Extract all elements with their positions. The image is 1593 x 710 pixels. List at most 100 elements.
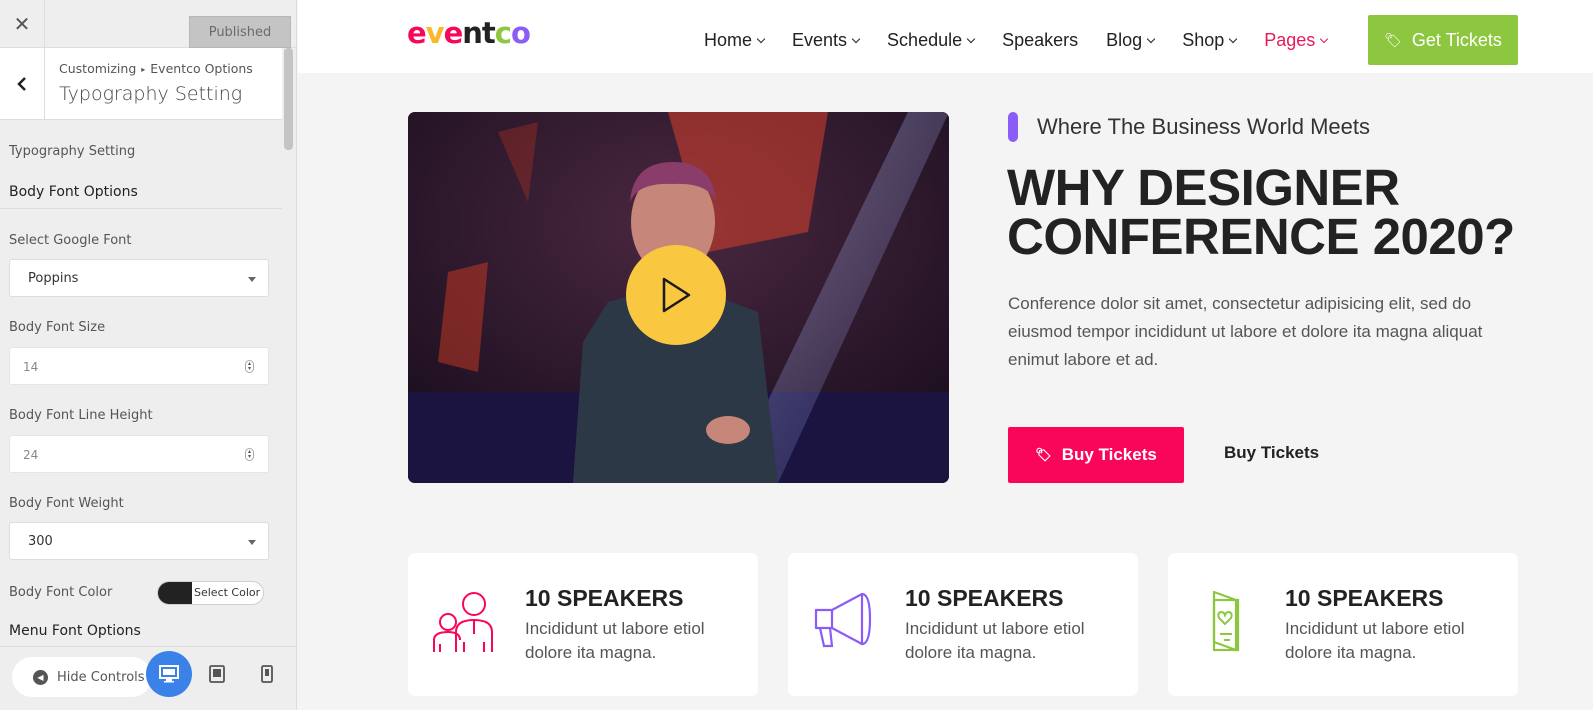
font-color-label: Body Font Color <box>9 585 113 600</box>
select-color-label: Select Color <box>194 586 261 599</box>
close-icon: ✕ <box>13 12 31 36</box>
feature-card: 10 SPEAKERS Incididunt ut labore etiol d… <box>788 553 1138 696</box>
google-font-select[interactable]: Poppins <box>9 259 269 297</box>
nav-item-label: Pages <box>1264 30 1316 50</box>
close-customizer-button[interactable]: ✕ <box>0 0 45 48</box>
buy-tickets-label: Buy Tickets <box>1061 445 1157 464</box>
ticket-icon: 🏷 <box>1035 447 1052 462</box>
play-icon <box>662 277 691 313</box>
collapse-icon: ◀ <box>33 669 48 685</box>
get-tickets-label: Get Tickets <box>1411 29 1502 50</box>
logo-letter: e <box>407 16 427 50</box>
play-button[interactable] <box>626 245 726 345</box>
line-height-label: Body Font Line Height <box>9 408 153 423</box>
chevron-left-icon <box>17 77 26 91</box>
nav-item-label: Blog <box>1106 30 1143 50</box>
megaphone-icon <box>814 592 872 648</box>
hero-title-line2: CONFERENCE 2020? <box>1007 208 1515 265</box>
body-font-options-heading: Body Font Options <box>9 184 138 200</box>
tablet-icon <box>209 665 225 683</box>
feature-card: 10 SPEAKERS Incididunt ut labore etiol d… <box>408 553 758 696</box>
logo-letter: t <box>481 16 496 50</box>
select-color-button[interactable]: Select Color <box>157 581 264 605</box>
spinner-icon[interactable]: ▴ ▾ <box>245 360 254 373</box>
hero-video[interactable] <box>408 112 949 483</box>
desktop-icon <box>159 665 179 683</box>
feature-title: 10 SPEAKERS <box>525 585 684 611</box>
nav-item-schedule[interactable]: Schedule <box>887 30 976 51</box>
feature-description: Incididunt ut labore etiol dolore ita ma… <box>1285 619 1465 662</box>
feature-card: 10 SPEAKERS Incididunt ut labore etiol d… <box>1168 553 1518 696</box>
logo-letter: v <box>425 16 445 50</box>
customizer-footer: ◀ Hide Controls <box>0 646 296 710</box>
ticket-icon: 🏷 <box>1384 31 1402 48</box>
customizer-sidebar: ✕ Published Customizing ▸ Eventco Options … <box>0 0 297 710</box>
font-weight-label: Body Font Weight <box>9 496 124 511</box>
menu-font-options-heading: Menu Font Options <box>9 623 141 639</box>
chevron-down-icon <box>1146 34 1156 43</box>
feature-description: Incididunt ut labore etiol dolore ita ma… <box>525 619 705 662</box>
nav-item-shop[interactable]: Shop <box>1182 30 1238 51</box>
main-nav: Home Events Schedule Speakers Blog Shop Pages <box>704 30 1355 51</box>
logo-letter: c <box>494 16 512 50</box>
nav-item-events[interactable]: Events <box>792 30 861 51</box>
breadcrumb-current: Eventco Options <box>150 61 253 76</box>
nav-item-pages[interactable]: Pages <box>1264 30 1329 51</box>
spinner-icon[interactable]: ▴ ▾ <box>245 448 254 461</box>
google-font-value: Poppins <box>28 271 79 286</box>
color-swatch <box>158 582 192 604</box>
nav-item-home[interactable]: Home <box>704 30 766 51</box>
chevron-down-icon <box>1320 34 1329 43</box>
site-logo[interactable]: eventco <box>407 16 531 50</box>
chevron-down-icon <box>1228 34 1238 43</box>
nav-item-speakers[interactable]: Speakers <box>1002 30 1078 51</box>
nav-item-label: Schedule <box>887 30 963 50</box>
tablet-preview-button[interactable] <box>204 661 230 687</box>
line-height-value: 24 <box>23 448 39 462</box>
breadcrumb-separator-icon: ▸ <box>141 65 146 74</box>
caret-down-icon <box>248 277 256 282</box>
font-weight-select[interactable]: 300 <box>9 522 269 560</box>
mobile-preview-button[interactable] <box>254 661 280 687</box>
logo-letter: e <box>443 16 464 50</box>
sidebar-scrollbar[interactable] <box>284 48 293 648</box>
divider <box>0 208 282 209</box>
buy-tickets-button[interactable]: 🏷 Buy Tickets <box>1008 427 1184 483</box>
font-weight-value: 300 <box>28 534 53 549</box>
back-button[interactable] <box>0 48 45 120</box>
scrollbar-thumb[interactable] <box>284 48 293 150</box>
nav-item-label: Events <box>792 30 848 50</box>
font-size-input[interactable]: 14 ▴ ▾ <box>9 347 269 385</box>
nav-item-label: Home <box>704 30 753 50</box>
hero-tagline: Where The Business World Meets <box>1037 114 1370 139</box>
mobile-icon <box>261 665 273 683</box>
site-preview: eventco Home Events Schedule Speakers Blog Sh… <box>298 0 1593 710</box>
logo-letter: o <box>510 16 531 50</box>
speakers-icon <box>433 592 493 652</box>
hero-description: Conference dolor sit amet, consectetur a… <box>1008 294 1483 369</box>
google-font-label: Select Google Font <box>9 233 132 248</box>
nav-item-blog[interactable]: Blog <box>1106 30 1156 51</box>
hero-title-line1: WHY DESIGNER <box>1007 159 1400 216</box>
line-height-input[interactable]: 24 ▴ ▾ <box>9 435 269 473</box>
publish-button[interactable]: Published <box>189 16 291 48</box>
logo-letter: n <box>462 16 483 50</box>
section-title-area: Customizing ▸ Eventco Options Typography S… <box>0 48 282 120</box>
buy-tickets-link[interactable]: Buy Tickets <box>1224 443 1319 463</box>
chevron-down-icon <box>966 34 976 43</box>
hide-controls-button[interactable]: ◀ Hide Controls <box>12 657 152 697</box>
chevron-down-icon <box>756 34 766 43</box>
feature-description: Incididunt ut labore etiol dolore ita ma… <box>905 619 1085 662</box>
desktop-preview-button[interactable] <box>146 651 192 697</box>
caret-down-icon <box>248 540 256 545</box>
get-tickets-button[interactable]: 🏷 Get Tickets <box>1368 15 1518 65</box>
feature-title: 10 SPEAKERS <box>1285 585 1444 611</box>
panel-title: Typography Setting <box>59 83 243 105</box>
breadcrumb-root: Customizing <box>59 61 137 76</box>
customizer-header: ✕ Published <box>0 0 296 48</box>
nav-item-label: Shop <box>1182 30 1225 50</box>
card-heart-icon <box>1212 590 1240 652</box>
chevron-down-icon <box>851 34 861 43</box>
section-label: Typography Setting <box>9 144 136 159</box>
breadcrumb: Customizing ▸ Eventco Options <box>59 61 253 76</box>
